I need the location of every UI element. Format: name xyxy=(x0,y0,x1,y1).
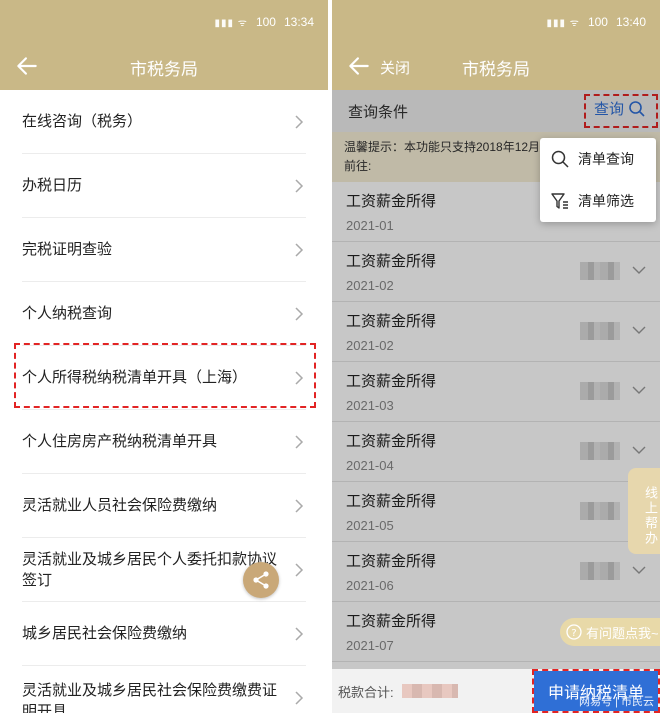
query-button[interactable]: 查询 xyxy=(594,98,646,119)
left-screen: ▮▮▮ ᯤ 100 13:34 市税务局 在线咨询（税务） 办税日历 完税证明查… xyxy=(0,0,328,713)
chevron-down-icon xyxy=(632,266,646,274)
record-row[interactable]: 工资薪金所得 2021-02 xyxy=(332,302,660,362)
faq-button[interactable]: ? 有问题点我~ xyxy=(560,618,660,646)
status-time: 13:34 xyxy=(283,15,314,29)
signal-icon: ▮▮▮ ᯤ xyxy=(546,18,580,29)
chevron-right-icon xyxy=(295,435,304,449)
menu-item-label: 清单筛选 xyxy=(578,193,634,209)
app-header: 市税务局 xyxy=(0,44,328,90)
query-bar: 查询条件 查询 xyxy=(332,90,660,132)
signal-icon: ▮▮▮ ᯤ xyxy=(214,18,248,29)
total-amount-blurred xyxy=(401,684,458,698)
list-item-personal-tax-certificate[interactable]: 个人所得税纳税清单开具（上海） xyxy=(22,346,306,410)
screenshot-root: ▮▮▮ ᯤ 100 13:34 市税务局 在线咨询（税务） 办税日历 完税证明查… xyxy=(0,0,660,713)
chevron-right-icon xyxy=(295,179,304,193)
svg-text:?: ? xyxy=(571,628,576,639)
record-row[interactable]: 工资薪金所得 2021-05 xyxy=(332,482,660,542)
menu-item-label: 清单查询 xyxy=(578,151,634,167)
chevron-right-icon xyxy=(295,691,304,705)
record-amount-blurred xyxy=(580,502,620,520)
query-button-label: 查询 xyxy=(593,101,624,118)
page-title: 市税务局 xyxy=(130,59,198,79)
faq-label: 有问题点我~ xyxy=(586,625,659,641)
record-date: 2021-02 xyxy=(346,278,394,293)
filter-icon xyxy=(551,193,568,209)
record-date: 2021-04 xyxy=(346,458,394,473)
chevron-down-icon xyxy=(632,326,646,334)
record-amount-blurred xyxy=(580,382,620,400)
search-icon xyxy=(551,150,569,168)
chevron-down-icon xyxy=(632,446,646,454)
list-item[interactable]: 灵活就业及城乡居民社会保险费缴费证明开具 xyxy=(22,666,306,713)
chevron-down-icon xyxy=(632,386,646,394)
record-row[interactable]: 工资薪金所得 2021-06 xyxy=(332,542,660,602)
back-arrow-icon[interactable] xyxy=(14,53,40,79)
share-button[interactable] xyxy=(243,562,279,598)
query-dropdown-menu: 清单查询 清单筛选 xyxy=(540,138,656,222)
list-item-label: 个人住房房产税纳税清单开具 xyxy=(22,433,218,450)
list-item-label: 在线咨询（税务） xyxy=(22,113,143,130)
list-item-label: 城乡居民社会保险费缴纳 xyxy=(22,625,188,642)
status-bar: ▮▮▮ ᯤ 100 13:34 xyxy=(0,0,328,44)
chevron-right-icon xyxy=(295,627,304,641)
list-item-label: 个人纳税查询 xyxy=(22,305,113,322)
watermark: 网易号 | 市民云 xyxy=(579,696,654,708)
record-date: 2021-02 xyxy=(346,338,394,353)
chevron-right-icon xyxy=(295,563,304,577)
record-date: 2021-05 xyxy=(346,518,394,533)
record-amount-blurred xyxy=(580,442,620,460)
list-item[interactable]: 城乡居民社会保险费缴纳 xyxy=(22,602,306,666)
list-item-label: 办税日历 xyxy=(22,177,83,194)
chevron-right-icon xyxy=(295,243,304,257)
list-item[interactable]: 完税证明查验 xyxy=(22,218,306,282)
chevron-right-icon xyxy=(295,499,304,513)
record-amount-blurred xyxy=(580,322,620,340)
online-help-button[interactable]: 线上帮办 xyxy=(628,468,660,554)
close-button[interactable]: 关闭 xyxy=(380,57,410,78)
list-item[interactable]: 在线咨询（税务） xyxy=(22,90,306,154)
menu-item-list-query[interactable]: 清单查询 xyxy=(540,138,656,180)
chevron-down-icon xyxy=(632,566,646,574)
record-list: 工资薪金所得 2021-01 工资薪金所得 2021-02 工资薪金所得 202… xyxy=(332,182,660,662)
list-item[interactable]: 办税日历 xyxy=(22,154,306,218)
list-item-label: 个人所得税纳税清单开具（上海） xyxy=(22,369,248,386)
list-item[interactable]: 灵活就业人员社会保险费缴纳 xyxy=(22,474,306,538)
right-screen: ▮▮▮ ᯤ 100 13:40 关闭 市税务局 查询条件 查询 温馨提示：本功能… xyxy=(332,0,660,713)
chevron-right-icon xyxy=(295,115,304,129)
record-date: 2021-06 xyxy=(346,578,394,593)
battery-indicator: 100 xyxy=(587,15,608,29)
chevron-right-icon xyxy=(295,371,304,385)
record-date: 2021-03 xyxy=(346,398,394,413)
record-row[interactable]: 工资薪金所得 2021-03 xyxy=(332,362,660,422)
list-item[interactable]: 个人纳税查询 xyxy=(22,282,306,346)
service-list: 在线咨询（税务） 办税日历 完税证明查验 个人纳税查询 个人所得税纳税清单开具（… xyxy=(0,90,328,713)
battery-indicator: 100 xyxy=(255,15,276,29)
search-icon xyxy=(629,100,645,117)
list-item-label: 灵活就业及城乡居民社会保险费缴费证明开具 xyxy=(22,682,278,713)
record-row[interactable]: 工资薪金所得 2021-04 xyxy=(332,422,660,482)
question-icon: ? xyxy=(566,624,582,640)
app-header: 关闭 市税务局 xyxy=(332,44,660,90)
status-bar: ▮▮▮ ᯤ 100 13:40 xyxy=(332,0,660,44)
record-amount-blurred xyxy=(580,562,620,580)
total-label: 税款合计: xyxy=(338,684,394,700)
share-icon xyxy=(253,571,269,589)
record-row[interactable]: 工资薪金所得 2021-02 xyxy=(332,242,660,302)
status-time: 13:40 xyxy=(615,15,646,29)
list-item[interactable]: 个人住房房产税纳税清单开具 xyxy=(22,410,306,474)
list-item-label: 完税证明查验 xyxy=(22,241,113,258)
chevron-right-icon xyxy=(295,307,304,321)
menu-item-list-filter[interactable]: 清单筛选 xyxy=(540,180,656,222)
list-item-label: 灵活就业人员社会保险费缴纳 xyxy=(22,497,218,514)
query-title: 查询条件 xyxy=(348,103,409,121)
record-amount-blurred xyxy=(580,262,620,280)
back-arrow-icon[interactable] xyxy=(346,53,372,79)
